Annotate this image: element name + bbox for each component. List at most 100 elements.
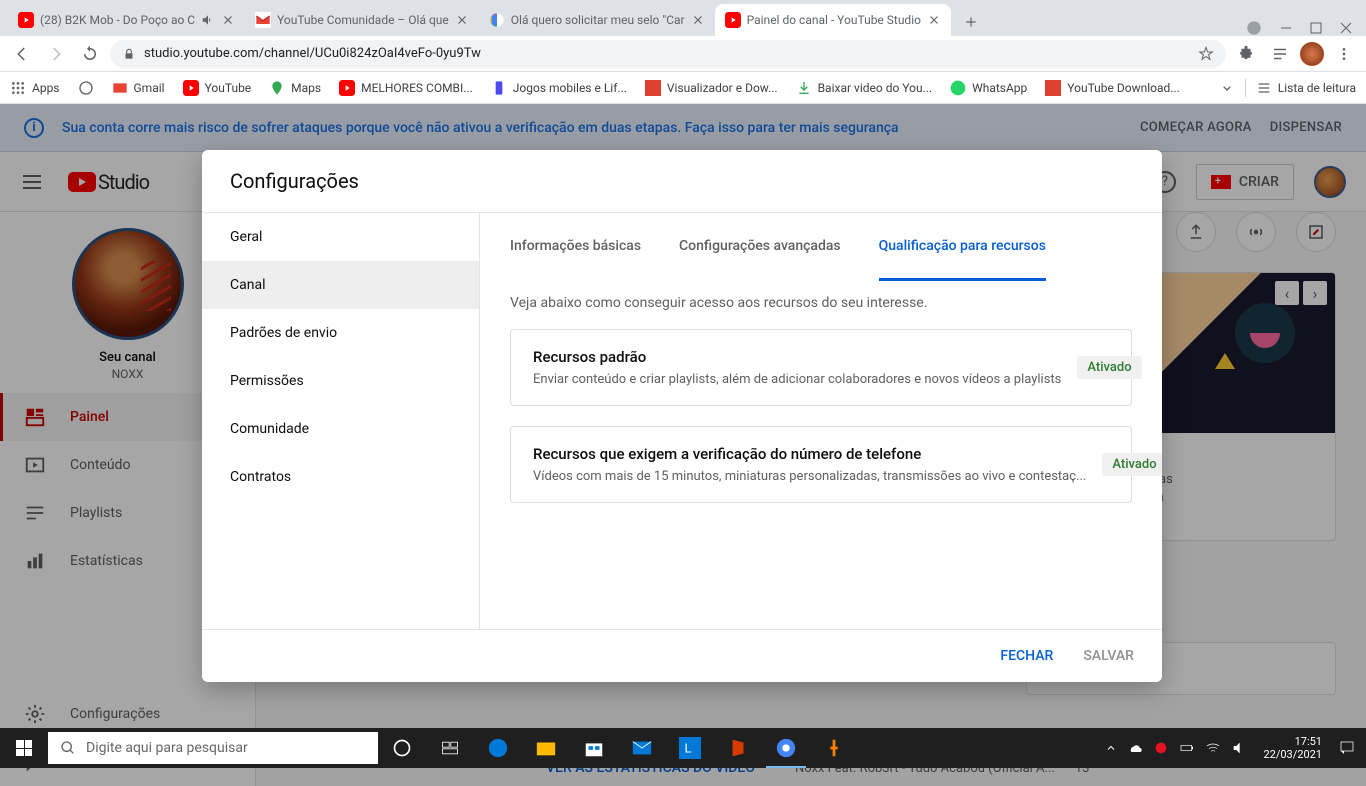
profile-avatar[interactable] [1300,42,1324,66]
window-close-icon[interactable] [1340,22,1352,34]
lock-icon [122,47,136,61]
bookmark-item[interactable]: Baixar video do You... [796,80,933,96]
account-icon[interactable] [1246,20,1262,36]
reading-list-icon[interactable] [1266,40,1294,68]
close-icon[interactable] [691,13,705,27]
tab-title: Olá quero solicitar meu selo "Car [511,13,685,27]
settings-modal: Configurações Geral Canal Padrões de env… [202,150,1162,682]
close-icon[interactable] [927,13,941,27]
notifications-icon[interactable] [1338,739,1356,757]
youtube-icon [339,80,355,96]
bookmark-item[interactable]: YouTube Download... [1045,80,1180,96]
bookmark-item[interactable]: MELHORES COMBI... [339,80,473,96]
feature-description: Enviar conteúdo e criar playlists, além … [533,372,1061,387]
app-icon[interactable]: L [666,728,714,768]
gmail-icon [255,12,271,28]
close-button[interactable]: FECHAR [1000,648,1053,664]
menu-icon[interactable] [1330,40,1358,68]
tab-title: YouTube Comunidade – Olá que [277,13,449,27]
apps-icon [10,80,26,96]
taskbar-clock[interactable]: 17:5122/03/2021 [1257,735,1328,761]
tab-feature-eligibility[interactable]: Qualificação para recursos [879,213,1046,281]
windows-taskbar: Digite aqui para pesquisar L 17:5122/03/… [0,728,1366,768]
browser-tab[interactable]: (28) B2K Mob - Do Poço ao C [8,4,245,36]
bookmark-item[interactable]: Visualizador e Dow... [645,80,778,96]
maximize-icon[interactable] [1310,22,1322,34]
bookmark-item[interactable]: Jogos mobiles e Lif... [491,80,627,96]
task-view-icon[interactable] [426,728,474,768]
app-icon[interactable] [810,728,858,768]
bookmark-item[interactable]: WhatsApp [950,80,1027,96]
taskbar-search[interactable]: Digite aqui para pesquisar [48,732,378,764]
reading-list-button[interactable]: Lista de leitura [1256,80,1356,96]
modal-nav-upload-defaults[interactable]: Padrões de envio [202,309,479,357]
chrome-taskbar-icon[interactable] [762,728,810,768]
security-icon[interactable] [1153,740,1169,756]
modal-content: Informações básicas Configurações avança… [480,213,1162,629]
browser-tab[interactable]: Olá quero solicitar meu selo "Car [479,4,715,36]
gmail-icon [112,80,128,96]
close-icon[interactable] [455,13,469,27]
bookmarks-bar: Apps Gmail YouTube Maps MELHORES COMBI..… [0,72,1366,104]
browser-tab-active[interactable]: Painel do canal - YouTube Studio [715,4,951,36]
extensions-icon[interactable] [1232,40,1260,68]
youtube-icon [725,12,741,28]
modal-nav-community[interactable]: Comunidade [202,405,479,453]
youtube-icon [18,12,34,28]
modal-title: Configurações [202,150,1162,212]
tab-basic-info[interactable]: Informações básicas [510,213,641,281]
office-icon[interactable] [714,728,762,768]
new-tab-button[interactable] [957,8,985,36]
status-badge: Ativado [1102,453,1162,476]
audio-icon[interactable] [201,13,215,27]
back-button[interactable] [8,40,36,68]
modal-nav-permissions[interactable]: Permissões [202,357,479,405]
feature-card-default[interactable]: Recursos padrão Enviar conteúdo e criar … [510,329,1132,406]
modal-nav-channel[interactable]: Canal [202,261,479,309]
wifi-icon[interactable] [1205,740,1221,756]
modal-nav-general[interactable]: Geral [202,213,479,261]
bookmark-item[interactable]: YouTube [183,80,252,96]
bookmark-item[interactable]: Maps [269,80,321,96]
more-icon[interactable] [1219,80,1235,96]
minimize-icon[interactable] [1280,22,1292,34]
modal-intro-text: Veja abaixo como conseguir acesso aos re… [510,295,1132,311]
close-icon[interactable] [221,13,235,27]
tab-title: (28) B2K Mob - Do Poço ao C [40,13,195,27]
mail-icon[interactable] [618,728,666,768]
search-icon [60,740,76,756]
battery-icon[interactable] [1179,740,1195,756]
status-badge: Ativado [1077,356,1141,379]
google-icon [489,12,505,28]
modal-sidebar: Geral Canal Padrões de envio Permissões … [202,213,480,629]
svg-text:L: L [685,742,692,757]
address-bar[interactable]: studio.youtube.com/channel/UCu0i824zOaI4… [110,40,1226,68]
forward-button[interactable] [42,40,70,68]
apps-bookmark[interactable]: Apps [10,80,60,96]
start-button[interactable] [0,728,48,768]
mobile-icon [491,80,507,96]
feature-card-phone-verification[interactable]: Recursos que exigem a verificação do núm… [510,426,1132,503]
edge-icon[interactable] [474,728,522,768]
download-icon [645,80,661,96]
reload-button[interactable] [76,40,104,68]
explorer-icon[interactable] [522,728,570,768]
bookmark-item[interactable]: Gmail [112,80,165,96]
onedrive-icon[interactable] [1127,740,1143,756]
tab-advanced-settings[interactable]: Configurações avançadas [679,213,841,281]
feature-title: Recursos padrão [533,348,1061,366]
browser-toolbar: studio.youtube.com/channel/UCu0i824zOaI4… [0,36,1366,72]
browser-tab-strip: (28) B2K Mob - Do Poço ao C YouTube Comu… [0,0,1366,36]
save-button[interactable]: SALVAR [1083,648,1134,664]
modal-nav-agreements[interactable]: Contratos [202,453,479,501]
star-icon[interactable] [1198,46,1214,62]
volume-icon[interactable] [1231,740,1247,756]
tray-chevron-icon[interactable] [1105,742,1117,754]
tab-title: Painel do canal - YouTube Studio [747,13,921,27]
cortana-icon[interactable] [378,728,426,768]
browser-tab[interactable]: YouTube Comunidade – Olá que [245,4,479,36]
window-controls [1232,20,1366,36]
bookmark-item[interactable] [78,80,94,96]
store-icon[interactable] [570,728,618,768]
download-icon [796,80,812,96]
